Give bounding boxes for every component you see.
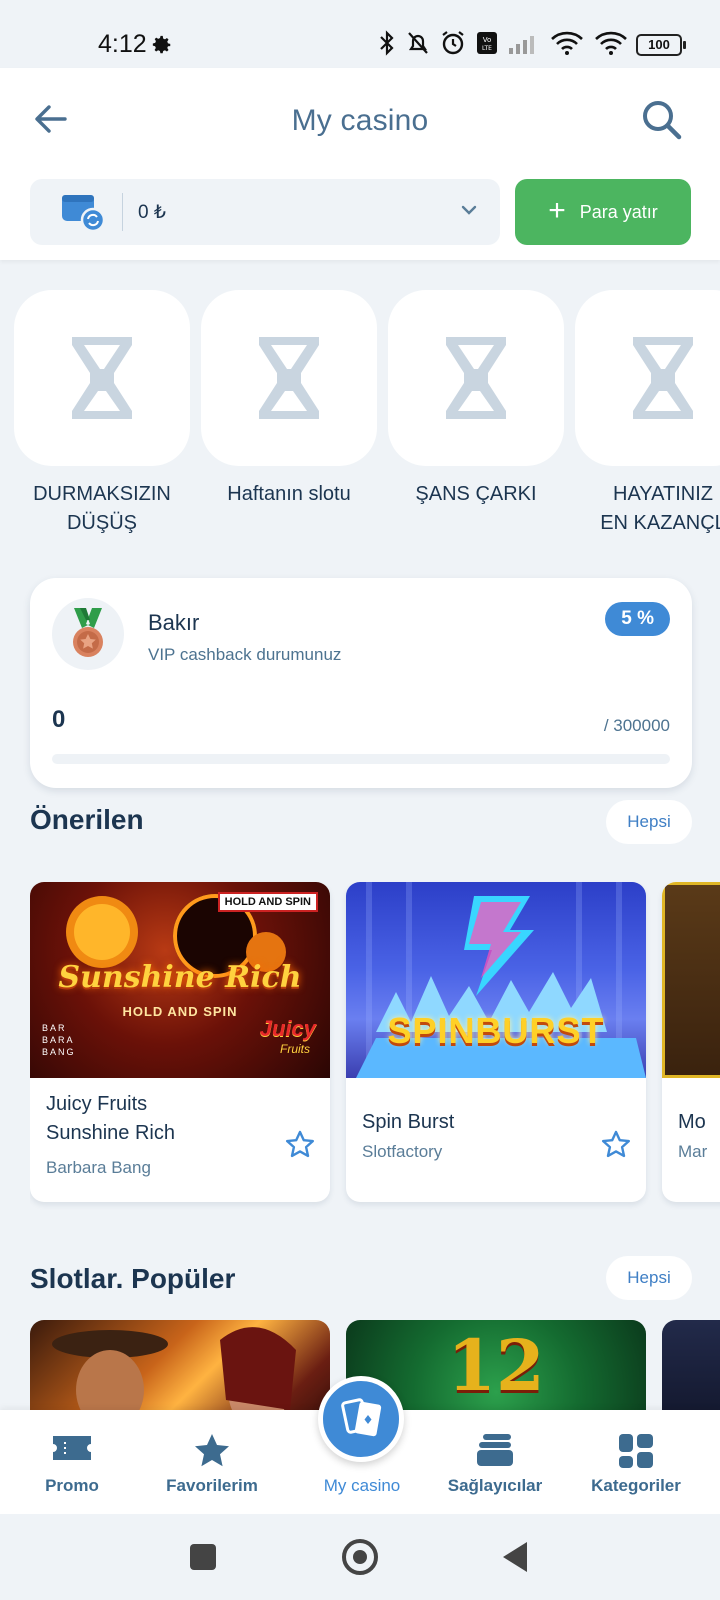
nav-label: Favorilerim xyxy=(166,1476,258,1495)
nav-label: My casino xyxy=(323,1476,401,1495)
nav-favorites[interactable]: Favorilerim xyxy=(140,1410,284,1514)
recents-button[interactable] xyxy=(190,1544,216,1570)
home-button[interactable] xyxy=(342,1539,378,1575)
vip-level: Bakır xyxy=(148,610,200,635)
nav-label: Sağlayıcılar xyxy=(447,1476,543,1495)
story-item[interactable]: DURMAKSIZIN DÜŞÜŞ xyxy=(14,290,190,538)
settings-gear-icon xyxy=(152,35,171,54)
recommended-all-button[interactable]: Hepsi xyxy=(606,800,692,844)
story-label-line2: EN KAZANÇL xyxy=(600,512,720,534)
status-time: 4:12 xyxy=(98,30,147,58)
wifi-icon-2 xyxy=(595,31,627,55)
balance-value: 0 ₺ xyxy=(138,202,166,223)
game-art-title: Sunshine Rich xyxy=(58,960,302,995)
favorite-star-icon[interactable] xyxy=(284,1129,316,1161)
volte-icon: VoLTE xyxy=(477,32,497,54)
chevron-down-icon xyxy=(461,205,477,215)
game-card[interactable]: Mo Mar xyxy=(662,882,720,1202)
vip-target: / 300000 xyxy=(603,716,670,735)
deposit-label: Para yatır xyxy=(579,201,658,222)
search-icon[interactable] xyxy=(640,98,684,142)
story-tile xyxy=(14,290,190,466)
story-label: DURMAKSIZIN xyxy=(33,483,171,505)
nav-categories[interactable]: Kategoriler xyxy=(564,1410,708,1514)
game-name: Juicy Fruits xyxy=(46,1093,148,1115)
balance-divider xyxy=(122,193,123,231)
status-bar: 4:12 Vo LTE 100 xyxy=(0,0,720,68)
promo-stories: DURMAKSIZIN DÜŞÜŞ Haftanın slotu ŞANS ÇAR… xyxy=(14,290,720,540)
plus-icon: + xyxy=(548,193,566,227)
story-label: Haftanın slotu xyxy=(227,483,351,505)
story-label-line2: DÜŞÜŞ xyxy=(66,512,137,534)
game-art-brand-sub: Fruits xyxy=(280,1042,310,1056)
game-provider: Barbara Bang xyxy=(46,1158,151,1177)
game-card[interactable]: SPINBURST Spin Burst Slotfactory xyxy=(346,882,646,1202)
section-title-popular: Slotlar. Popüler xyxy=(30,1263,236,1294)
section-title-recommended: Önerilen xyxy=(30,804,144,835)
ticket-icon xyxy=(53,1436,91,1460)
vip-progress-bar xyxy=(52,754,670,764)
my-casino-center-button[interactable] xyxy=(318,1376,404,1462)
balance-selector[interactable]: 0 ₺ xyxy=(30,179,500,245)
game-art-studio-logo: BAR BARA BANG xyxy=(42,1023,76,1057)
svg-text:Vo: Vo xyxy=(483,36,492,44)
hold-and-spin-badge: HOLD AND SPIN xyxy=(217,892,318,912)
game-art-spin-burst: SPINBURST xyxy=(346,882,646,1078)
nav-label: Kategoriler xyxy=(591,1476,681,1495)
hourglass-icon xyxy=(446,337,506,419)
game-card[interactable]: HOLD AND SPIN Sunshine Rich HOLD AND SPI… xyxy=(30,882,330,1202)
game-provider: Slotfactory xyxy=(362,1142,443,1161)
deposit-button[interactable]: + Para yatır xyxy=(515,179,691,245)
game-art-title: SPINBURST xyxy=(387,1010,605,1051)
story-tile xyxy=(388,290,564,466)
vip-subtitle: VIP cashback durumunuz xyxy=(148,645,342,664)
svg-text:LTE: LTE xyxy=(482,45,492,52)
battery-icon: 100 xyxy=(636,34,686,56)
bell-off-icon xyxy=(408,32,428,54)
cards-icon xyxy=(341,1398,382,1437)
game-art-brand: Juicy xyxy=(259,1016,316,1041)
story-tile xyxy=(201,290,377,466)
star-icon xyxy=(195,1434,229,1467)
story-label: ŞANS ÇARKI xyxy=(415,483,537,505)
nav-label: Promo xyxy=(45,1476,99,1495)
cashback-percent-badge: 5 % xyxy=(605,602,670,636)
game-card[interactable] xyxy=(30,1320,330,1410)
wifi-icon xyxy=(551,31,583,55)
hourglass-icon xyxy=(72,337,132,419)
adventure-game-art xyxy=(52,1327,296,1410)
system-navigation-bar xyxy=(0,1514,720,1600)
bronze-medal-icon xyxy=(52,598,124,670)
wallet-refresh-icon xyxy=(62,195,106,233)
stack-icon xyxy=(477,1434,513,1466)
system-back-button[interactable] xyxy=(503,1542,527,1572)
story-item[interactable]: HAYATINIZ EN KAZANÇL xyxy=(575,290,720,538)
game-name-line2: Sunshine Rich xyxy=(46,1122,175,1144)
vip-points: 0 xyxy=(52,706,66,733)
grid-icon xyxy=(619,1434,653,1468)
game-art-sunshine-rich: HOLD AND SPIN Sunshine Rich HOLD AND SPI… xyxy=(30,882,330,1078)
game-art-partial xyxy=(662,882,720,1078)
page-title: My casino xyxy=(291,104,429,137)
alarm-icon xyxy=(442,31,464,55)
popular-all-button[interactable]: Hepsi xyxy=(606,1256,692,1300)
recommended-games: HOLD AND SPIN Sunshine Rich HOLD AND SPI… xyxy=(30,882,720,1212)
hourglass-icon xyxy=(633,337,693,419)
bluetooth-icon xyxy=(380,30,394,56)
nav-providers[interactable]: Sağlayıcılar xyxy=(423,1410,567,1514)
game-name: Spin Burst xyxy=(362,1111,455,1133)
story-tile xyxy=(575,290,720,466)
header: My casino 0 ₺ + Para yatır xyxy=(0,68,720,260)
game-card[interactable] xyxy=(662,1320,720,1410)
story-item[interactable]: ŞANS ÇARKI xyxy=(388,290,564,509)
favorite-star-icon[interactable] xyxy=(600,1129,632,1161)
game-provider: Mar xyxy=(678,1142,708,1161)
hourglass-icon xyxy=(259,337,319,419)
vip-cashback-card[interactable]: Bakır VIP cashback durumunuz 5 % 0 / 300… xyxy=(30,578,692,788)
story-item[interactable]: Haftanın slotu xyxy=(201,290,377,509)
signal-icon xyxy=(509,36,534,54)
story-label: HAYATINIZ xyxy=(613,483,713,505)
nav-promo[interactable]: Promo xyxy=(0,1410,144,1514)
game-name: Mo xyxy=(678,1111,706,1133)
